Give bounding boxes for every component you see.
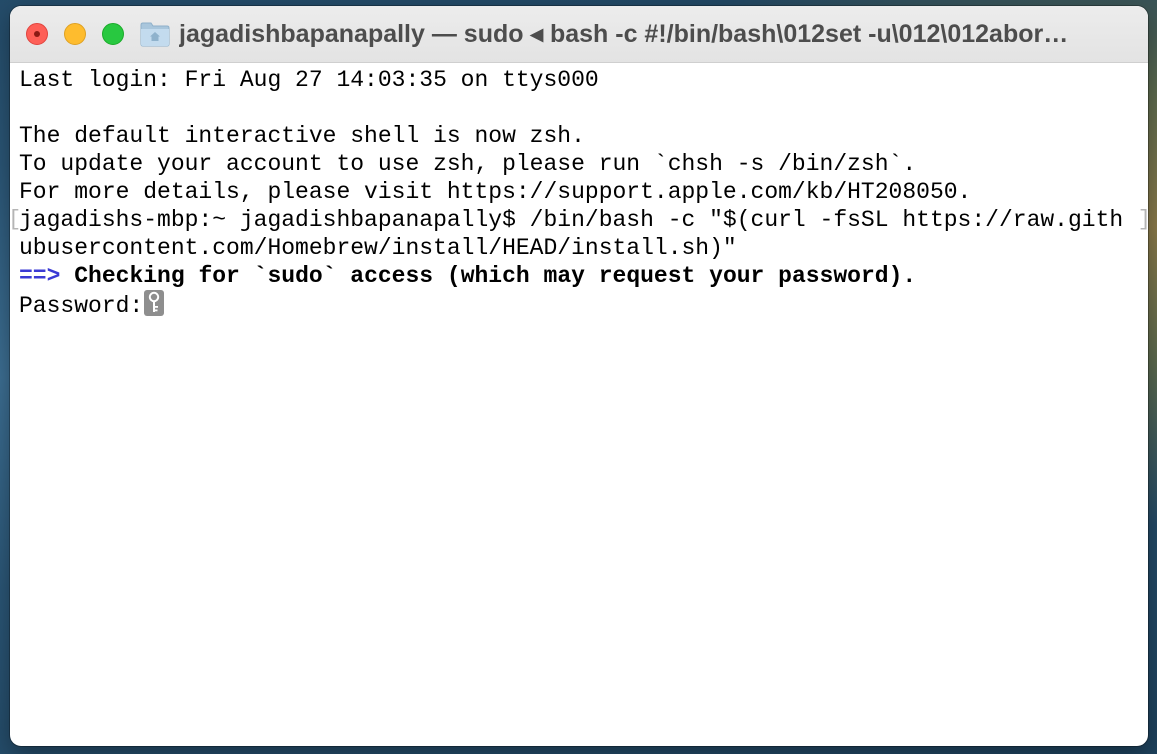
terminal-line: To update your account to use zsh, pleas… <box>19 151 917 177</box>
maximize-icon[interactable] <box>102 23 124 45</box>
line-mark-left: [ <box>10 206 21 234</box>
status-line: ==> Checking for `sudo` access (which ma… <box>19 262 1148 290</box>
key-icon <box>144 290 165 316</box>
password-line[interactable]: Password: <box>19 290 1148 319</box>
terminal-output[interactable]: [ ] Last login: Fri Aug 27 14:03:35 on t… <box>10 63 1148 319</box>
window-controls <box>26 23 124 45</box>
terminal-line: Last login: Fri Aug 27 14:03:35 on ttys0… <box>19 67 599 93</box>
close-icon[interactable] <box>26 23 48 45</box>
terminal-line: ubusercontent.com/Homebrew/install/HEAD/… <box>19 235 737 261</box>
window-title: jagadishbapanapally — sudo ◂ bash -c #!/… <box>179 20 1069 48</box>
terminal-line: jagadishs-mbp:~ jagadishbapanapally$ /bi… <box>19 207 1124 233</box>
status-message: Checking for `sudo` access (which may re… <box>74 263 917 289</box>
terminal-line: For more details, please visit https://s… <box>19 179 972 205</box>
title-bar[interactable]: jagadishbapanapally — sudo ◂ bash -c #!/… <box>10 6 1148 63</box>
password-prompt: Password: <box>19 293 144 319</box>
title-area: jagadishbapanapally — sudo ◂ bash -c #!/… <box>140 19 1068 49</box>
home-folder-icon <box>140 22 170 47</box>
status-arrow: ==> <box>19 263 61 289</box>
line-mark-right: ] <box>1138 206 1148 234</box>
terminal-line: The default interactive shell is now zsh… <box>19 123 585 149</box>
minimize-icon[interactable] <box>64 23 86 45</box>
terminal-window: jagadishbapanapally — sudo ◂ bash -c #!/… <box>10 6 1148 746</box>
